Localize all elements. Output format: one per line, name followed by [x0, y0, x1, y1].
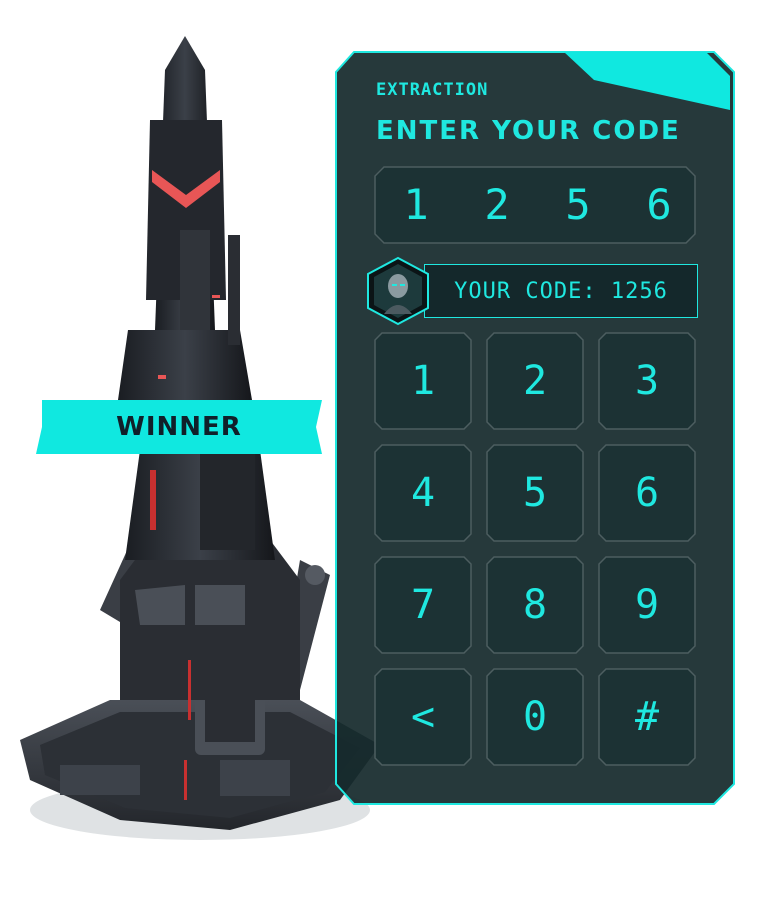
- panel-eyebrow: EXTRACTION: [376, 80, 489, 100]
- code-entry-panel: EXTRACTION ENTER YOUR CODE 1 2 5 6 YOUR …: [334, 50, 736, 806]
- entered-digit-3: 5: [565, 180, 591, 229]
- key-8-label: 8: [522, 582, 548, 628]
- key-5-label: 5: [522, 470, 548, 516]
- key-6[interactable]: 6: [598, 444, 696, 542]
- key-4-label: 4: [410, 470, 436, 516]
- entered-digit-1: 1: [403, 180, 429, 229]
- hash-key-label: #: [634, 694, 660, 740]
- key-9[interactable]: 9: [598, 556, 696, 654]
- key-5[interactable]: 5: [486, 444, 584, 542]
- your-code-box: YOUR CODE: 1256: [424, 264, 698, 318]
- player-avatar: [367, 256, 429, 326]
- key-0[interactable]: 0: [486, 668, 584, 766]
- key-6-label: 6: [634, 470, 660, 516]
- your-code-text: YOUR CODE: 1256: [454, 278, 668, 304]
- entered-code-display: 1 2 5 6: [374, 166, 696, 244]
- key-3-label: 3: [634, 358, 660, 404]
- key-2[interactable]: 2: [486, 332, 584, 430]
- hash-key[interactable]: #: [598, 668, 696, 766]
- winner-label: WINNER: [116, 412, 242, 442]
- key-4[interactable]: 4: [374, 444, 472, 542]
- key-1[interactable]: 1: [374, 332, 472, 430]
- entered-digit-4: 6: [646, 180, 672, 229]
- backspace-key[interactable]: <: [374, 668, 472, 766]
- panel-title: ENTER YOUR CODE: [376, 116, 681, 146]
- key-1-label: 1: [410, 358, 436, 404]
- key-0-label: 0: [522, 694, 548, 740]
- key-3[interactable]: 3: [598, 332, 696, 430]
- game-scene: WINNER EXTRACTION ENTER YOUR CODE 1 2 5 …: [0, 0, 780, 900]
- key-2-label: 2: [522, 358, 548, 404]
- winner-badge: WINNER: [36, 400, 322, 454]
- key-7-label: 7: [410, 582, 436, 628]
- entered-digit-2: 2: [484, 180, 510, 229]
- key-8[interactable]: 8: [486, 556, 584, 654]
- backspace-icon: <: [410, 694, 436, 740]
- key-9-label: 9: [634, 582, 660, 628]
- key-7[interactable]: 7: [374, 556, 472, 654]
- keypad: 1 2 3 4 5 6 7 8 9 < 0 #: [374, 332, 698, 768]
